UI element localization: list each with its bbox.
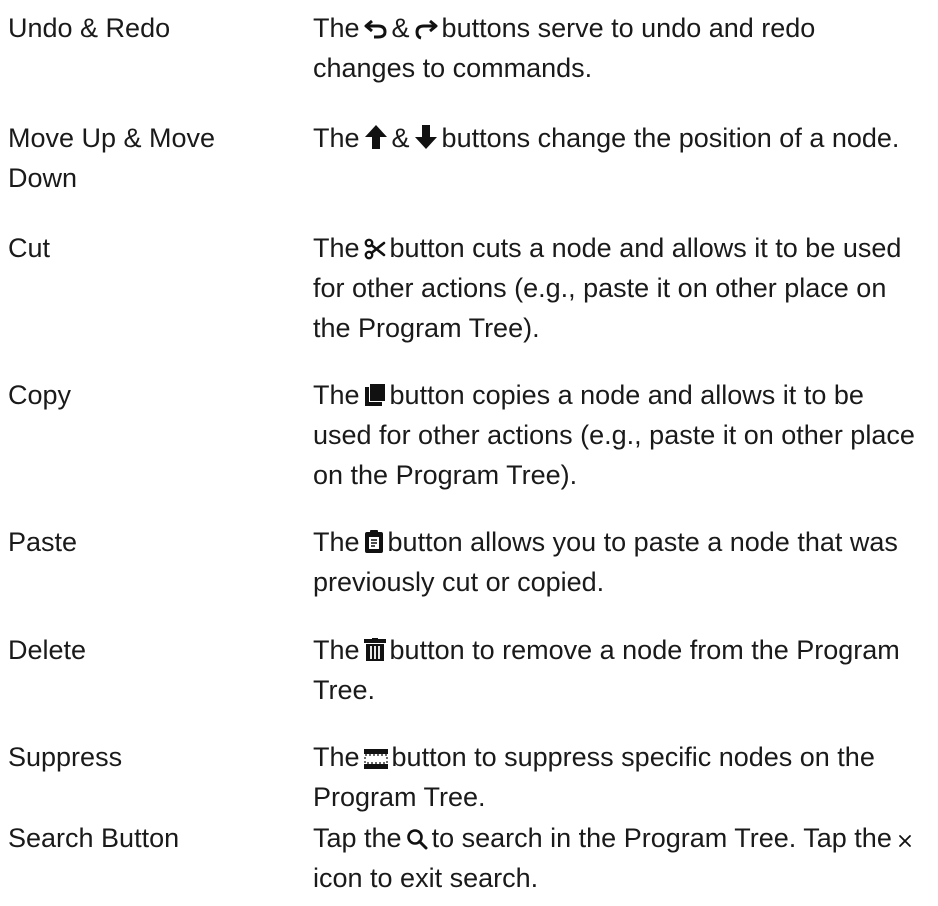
term-undo-redo: Undo & Redo [8,13,171,43]
term-copy: Copy [8,380,72,410]
desc-undo-redo: The & buttons serve to undo and redo chang… [313,13,816,83]
desc-move-up-down: The & buttons change the position of a nod… [313,123,900,153]
search-icon [406,828,428,850]
term-search-button: Search Button [8,823,180,853]
redo-icon [414,18,438,40]
clipboard-icon [364,530,384,554]
term-delete: Delete [8,635,87,665]
term-suppress: Suppress [8,742,123,772]
term-paste: Paste [8,527,78,557]
desc-delete: The button to remove a node from the Prog… [313,635,900,705]
scissors-icon [364,238,386,260]
suppress-icon [363,749,388,769]
arrow-down-icon [414,124,438,150]
desc-search-button: Tap the to search in the Program Tree. Ta… [313,818,923,898]
undo-icon [364,18,388,40]
copy-icon [364,383,386,407]
desc-paste: The button allows you to paste a node tha… [313,527,898,597]
desc-copy: The button copies a node and allows it to… [313,380,915,490]
trash-icon [363,638,386,662]
close-icon [896,832,914,850]
term-cut: Cut [8,233,51,263]
term-move-up-down: Move Up & Move Down [8,123,216,193]
definition-table: Undo & Redo The & buttons serve to undo an… [0,0,938,906]
desc-suppress: The button to suppress specific nodes on … [313,742,875,812]
desc-cut: The button cuts a node and allows it to b… [313,233,902,343]
arrow-up-icon [364,124,388,150]
